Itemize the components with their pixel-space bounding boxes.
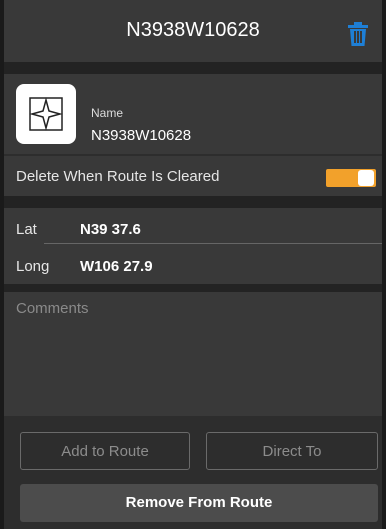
divider — [44, 243, 382, 244]
name-label: Name — [91, 106, 124, 120]
waypoint-detail-panel: N3938W10628 Name N3938W10628 Delete When… — [0, 0, 386, 529]
divider — [4, 284, 382, 292]
waypoint-star-icon[interactable] — [16, 84, 76, 144]
auto-delete-row: Delete When Route Is Cleared — [4, 156, 382, 196]
toggle-thumb — [358, 170, 374, 186]
add-to-route-button[interactable]: Add to Route — [20, 432, 190, 470]
long-value: W106 27.9 — [80, 258, 153, 275]
divider — [4, 62, 382, 74]
lat-value: N39 37.6 — [80, 221, 141, 238]
divider — [4, 196, 382, 208]
remove-from-route-button[interactable]: Remove From Route — [20, 484, 378, 522]
auto-delete-toggle[interactable] — [326, 169, 376, 187]
lat-label: Lat — [16, 221, 37, 238]
long-label: Long — [16, 258, 50, 275]
comments-placeholder: Comments — [16, 300, 89, 317]
direct-to-button[interactable]: Direct To — [206, 432, 378, 470]
name-value: N3938W10628 — [91, 127, 192, 144]
trash-icon[interactable] — [348, 22, 368, 46]
comments-field[interactable]: Comments — [4, 292, 382, 416]
auto-delete-label: Delete When Route Is Cleared — [16, 168, 220, 185]
header-bar: N3938W10628 — [4, 0, 382, 62]
page-title: N3938W10628 — [126, 19, 260, 41]
name-section: Name N3938W10628 — [4, 74, 382, 154]
coordinates-section: Lat N39 37.6 Long W106 27.9 — [4, 208, 382, 284]
